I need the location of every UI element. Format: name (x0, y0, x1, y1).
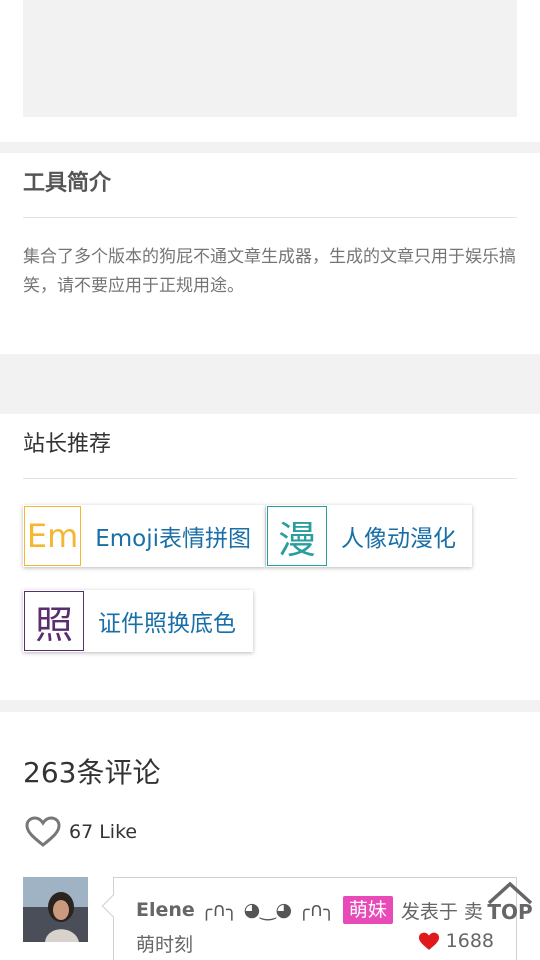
back-to-top-label: TOP (487, 900, 533, 924)
back-to-top-button[interactable]: TOP (484, 880, 536, 936)
intro-divider (23, 217, 517, 218)
bubble-arrow (101, 894, 125, 918)
anime-icon: 漫 (267, 506, 327, 566)
intro-title: 工具简介 (23, 171, 112, 196)
recommend-title: 站长推荐 (23, 432, 112, 457)
photo-icon: 照 (24, 591, 84, 651)
comment-header: Elene ╭∩╮ ◕‿◕ ╭∩╮ 萌妹 发表于 卖 (136, 896, 483, 924)
avatar-photo (23, 877, 88, 942)
tool-label: 人像动漫化 (341, 526, 456, 552)
like-button[interactable]: 67 Like (25, 816, 137, 848)
comment-kaomoji: ╭∩╮ ◕‿◕ ╭∩╮ (200, 899, 335, 921)
heart-filled-icon (418, 932, 439, 950)
recommend-divider (23, 478, 517, 479)
like-label: 67 Like (69, 821, 138, 843)
avatar[interactable] (23, 877, 88, 942)
tool-id-photo-background[interactable]: 照 证件照换底色 (23, 590, 253, 652)
page: 工具简介 集合了多个版本的狗屁不通文章生成器，生成的文章只用于娱乐搞笑，请不要应… (0, 0, 540, 960)
ad-placeholder (23, 0, 517, 117)
heart-outline-icon (25, 816, 61, 847)
comments-card: 263条评论 67 Like Elene ╭∩╮ ◕‿◕ ╭∩╮ 萌妹 发表于 … (0, 712, 540, 960)
comment-author[interactable]: Elene (136, 899, 195, 921)
tool-intro-card: 工具简介 集合了多个版本的狗屁不通文章生成器，生成的文章只用于娱乐搞笑，请不要应… (0, 153, 540, 354)
posted-label: 发表于 卖 (400, 900, 483, 923)
tool-emoji-puzzle[interactable]: Em Emoji表情拼图 (23, 505, 265, 567)
recommend-card: 站长推荐 Em Emoji表情拼图 漫 人像动漫化 照 证件照换底色 (0, 414, 540, 700)
tool-portrait-anime[interactable]: 漫 人像动漫化 (266, 505, 472, 567)
user-badge: 萌妹 (342, 896, 393, 924)
posted-time: 萌时刻 (136, 934, 194, 956)
comment-likes[interactable]: 1688 (418, 930, 494, 952)
tool-label: 证件照换底色 (98, 611, 236, 637)
emoji-icon: Em (24, 506, 82, 566)
tool-label: Emoji表情拼图 (95, 526, 251, 552)
top-card (0, 0, 540, 142)
intro-text: 集合了多个版本的狗屁不通文章生成器，生成的文章只用于娱乐搞笑，请不要应用于正规用… (23, 247, 516, 296)
comment-bubble: Elene ╭∩╮ ◕‿◕ ╭∩╮ 萌妹 发表于 卖 萌时刻 1688 (101, 877, 517, 960)
comments-count: 263条评论 (23, 756, 161, 789)
